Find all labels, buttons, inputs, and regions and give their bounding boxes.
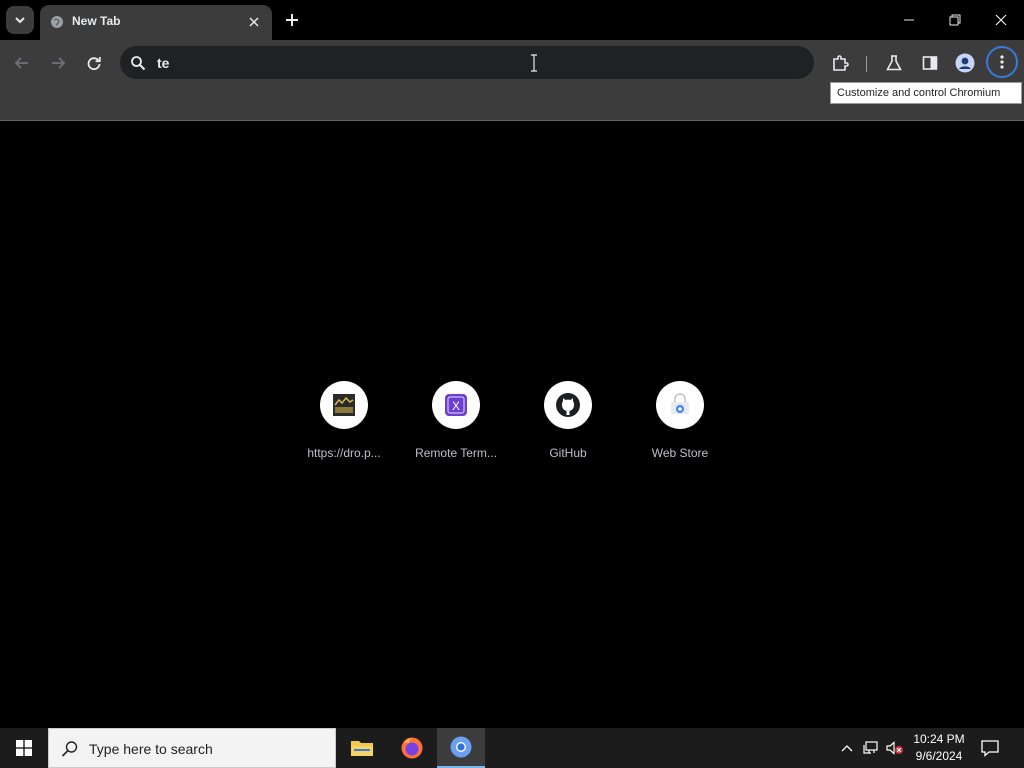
search-icon: [131, 56, 146, 71]
shortcut-web-store[interactable]: Web Store: [624, 381, 736, 471]
shortcut-label: Web Store: [651, 446, 709, 460]
volume-button[interactable]: [886, 740, 904, 756]
tab-search-button[interactable]: [6, 6, 34, 34]
dro-site-icon: [333, 394, 355, 416]
shortcut-remote-terminal[interactable]: X Remote Term...: [400, 381, 512, 471]
show-hidden-icons-button[interactable]: [838, 740, 856, 756]
back-button[interactable]: [8, 49, 36, 77]
address-bar[interactable]: te: [120, 46, 814, 79]
menu-tooltip: Customize and control Chromium: [830, 82, 1022, 104]
text-cursor-icon: [531, 54, 537, 72]
flask-icon: [886, 55, 902, 71]
shortcut-dro[interactable]: https://dro.p...: [288, 381, 400, 471]
puzzle-icon: [833, 55, 849, 71]
taskbar-chromium[interactable]: [437, 728, 485, 768]
chromium-icon: [450, 736, 472, 758]
shortcut-label: GitHub: [549, 446, 587, 460]
notifications-button[interactable]: [980, 738, 1000, 758]
start-button[interactable]: [0, 728, 48, 768]
chevron-down-icon: [15, 17, 25, 24]
reload-button[interactable]: [80, 49, 108, 77]
chevron-up-icon: [841, 745, 853, 752]
new-tab-button[interactable]: [282, 10, 302, 30]
arrow-right-icon: [52, 57, 65, 69]
forward-button[interactable]: [44, 49, 72, 77]
notification-icon: [981, 740, 999, 757]
shortcut-icon-circle: [656, 381, 704, 429]
shortcut-icon-circle: [544, 381, 592, 429]
window-close-button[interactable]: [978, 0, 1024, 40]
clock-date: 9/6/2024: [915, 749, 963, 763]
search-icon: [61, 741, 78, 757]
taskbar-file-explorer[interactable]: [338, 728, 386, 768]
menu-button[interactable]: [986, 46, 1018, 78]
taskbar-clock[interactable]: 10:24 PM 9/6/2024: [912, 731, 966, 765]
close-icon: [995, 14, 1007, 26]
restore-icon: [949, 14, 961, 26]
shortcut-label: https://dro.p...: [307, 446, 381, 460]
toolbar-separator: [866, 56, 867, 72]
kebab-menu-icon: [1000, 55, 1004, 69]
close-icon: [249, 17, 259, 27]
address-bar-text[interactable]: te: [157, 55, 169, 71]
web-store-icon: [671, 393, 689, 414]
profile-button[interactable]: [951, 49, 979, 77]
folder-icon: [351, 741, 373, 756]
taskbar-firefox[interactable]: [388, 728, 436, 768]
reload-icon: [87, 57, 101, 70]
network-icon: [863, 741, 878, 754]
windows-taskbar: Type here to search 10:24 PM 9/6/2024: [0, 728, 1024, 768]
firefox-icon: [401, 737, 423, 759]
shortcut-github[interactable]: GitHub: [512, 381, 624, 471]
tab-title: New Tab: [72, 14, 121, 28]
side-panel-icon: [922, 56, 938, 70]
browser-toolbar: te: [0, 40, 1024, 121]
tab-new-tab[interactable]: New Tab: [40, 5, 272, 40]
minimize-button[interactable]: [886, 0, 932, 40]
shortcut-icon-circle: [320, 381, 368, 429]
svg-text:X: X: [452, 399, 460, 413]
clock-time: 10:24 PM: [913, 732, 965, 746]
network-button[interactable]: [862, 740, 880, 756]
taskbar-search-box[interactable]: Type here to search: [48, 728, 336, 768]
minimize-icon: [904, 19, 914, 21]
plus-icon: [286, 14, 298, 26]
shortcut-label: Remote Term...: [415, 446, 497, 460]
taskbar-search-placeholder: Type here to search: [89, 741, 213, 757]
extensions-button[interactable]: [826, 49, 854, 77]
restore-button[interactable]: [932, 0, 978, 40]
side-panel-button[interactable]: [916, 49, 944, 77]
arrow-left-icon: [15, 57, 28, 69]
remote-terminal-icon: X: [445, 394, 467, 416]
labs-button[interactable]: [880, 49, 908, 77]
globe-icon: [51, 16, 63, 28]
windows-logo-icon: [16, 740, 32, 756]
github-icon: [556, 393, 580, 417]
avatar-icon: [955, 53, 975, 73]
tab-close-button[interactable]: [246, 14, 262, 30]
shortcut-icon-circle: X: [432, 381, 480, 429]
title-bar: New Tab: [0, 0, 1024, 40]
volume-muted-icon: [886, 741, 903, 755]
